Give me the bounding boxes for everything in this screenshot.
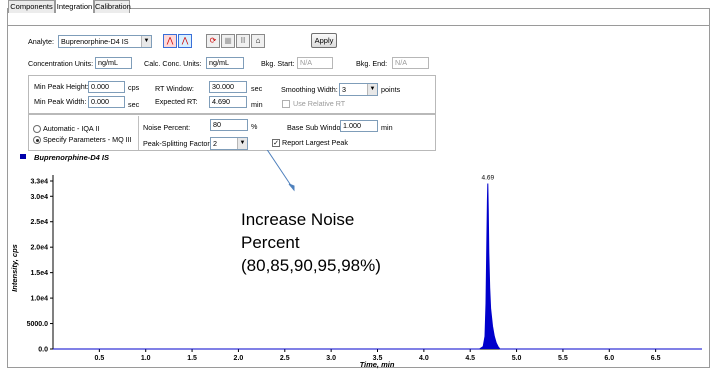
tab-calibration[interactable]: Calibration — [94, 0, 131, 13]
dropdown-arrow-icon: ▼ — [237, 138, 247, 149]
bkg-end-field[interactable]: N/A — [392, 57, 429, 69]
smoothing-width-select[interactable]: 3 ▼ — [339, 83, 378, 96]
tab-calibration-label: Calibration — [95, 2, 131, 11]
noise-percent-annotation: Increase Noise Percent (80,85,90,95,98%) — [241, 208, 381, 277]
x-tick-label: 2.0 — [234, 355, 244, 362]
min-peak-width-unit: sec — [128, 100, 140, 109]
expected-rt-label: Expected RT: — [155, 97, 198, 106]
annotation-line-3: (80,85,90,95,98%) — [241, 256, 381, 275]
expected-rt-field[interactable]: 4.690 — [209, 96, 247, 108]
tab-components-label: Components — [10, 2, 53, 11]
smoothing-width-unit: points — [381, 85, 401, 94]
analyte-label: Analyte: — [28, 37, 54, 46]
y-tick-label: 3.3e4 — [30, 179, 48, 186]
peak-label: 4.69 — [482, 175, 495, 182]
apply-button-label: Apply — [314, 36, 334, 45]
grid-icon[interactable]: ▦ — [221, 34, 235, 48]
x-tick-label: 4.0 — [419, 355, 429, 362]
specify-parameters-radio[interactable] — [33, 136, 41, 144]
report-largest-peak-checkbox[interactable]: ✓ — [272, 139, 280, 147]
tab-integration[interactable]: Integration — [55, 0, 94, 13]
tab-divider — [8, 25, 709, 26]
x-tick-label: 0.5 — [94, 355, 104, 362]
y-tick-label: 5000.0 — [27, 321, 49, 328]
min-peak-height-field[interactable]: 0.000 — [88, 81, 125, 93]
automatic-radio[interactable] — [33, 125, 41, 133]
noise-percent-unit: % — [251, 122, 258, 131]
specify-parameters-label: Specify Parameters - MQ III — [43, 135, 132, 144]
bkg-start-field[interactable]: N/A — [297, 57, 333, 69]
peak-splitting-label: Peak-Splitting Factor: — [143, 139, 212, 148]
rt-window-label: RT Window: — [155, 84, 194, 93]
x-tick-label: 6.0 — [604, 355, 614, 362]
x-tick-label: 5.5 — [558, 355, 568, 362]
callout-arrow-head — [288, 183, 295, 192]
y-tick-label: 1.5e4 — [30, 270, 48, 277]
lock-icon[interactable]: ⌂ — [251, 34, 265, 48]
x-ticks: 0.5 1.0 1.5 2.0 2.5 3.0 3.5 4.0 4.5 5.0 5.5 6.0 6.5 — [94, 349, 661, 362]
conc-units-field[interactable]: ng/mL — [95, 57, 132, 69]
x-tick-label: 5.0 — [512, 355, 522, 362]
peak-splitting-select[interactable]: 2 ▼ — [210, 137, 248, 150]
bkg-end-label: Bkg. End: — [356, 59, 388, 68]
callout-arrow-line — [266, 150, 295, 191]
dropdown-arrow-icon: ▼ — [367, 84, 377, 95]
peak-a-icon[interactable]: ⋀ — [163, 34, 177, 48]
apply-button[interactable]: Apply — [311, 33, 337, 48]
x-tick-label: 6.5 — [651, 355, 661, 362]
use-relative-rt-checkbox[interactable] — [282, 100, 290, 108]
smoothing-width-label: Smoothing Width: — [281, 85, 338, 94]
report-largest-peak-label: Report Largest Peak — [282, 138, 348, 147]
peak-splitting-value: 2 — [213, 139, 217, 148]
x-tick-label: 1.5 — [187, 355, 197, 362]
analyte-select[interactable]: Buprenorphine-D4 IS ▼ — [58, 35, 152, 48]
annotation-line-2: Percent — [241, 233, 300, 252]
use-relative-rt-label: Use Relative RT — [293, 99, 346, 108]
y-tick-label: 0.0 — [38, 347, 48, 354]
min-peak-height-label: Min Peak Height: — [34, 82, 89, 91]
x-tick-label: 2.5 — [280, 355, 290, 362]
dropdown-arrow-icon: ▼ — [141, 36, 151, 47]
conc-units-label: Concentration Units: — [28, 59, 94, 68]
expected-rt-unit: min — [251, 100, 263, 109]
bars-icon[interactable]: Ⅲ — [236, 34, 250, 48]
y-tick-label: 2.5e4 — [30, 219, 48, 226]
analyte-value: Buprenorphine-D4 IS — [61, 37, 129, 46]
rt-window-unit: sec — [251, 84, 263, 93]
base-sub-window-unit: min — [381, 123, 393, 132]
min-peak-width-label: Min Peak Width: — [34, 97, 87, 106]
legend-marker — [20, 154, 26, 159]
y-tick-label: 2.0e4 — [30, 245, 48, 252]
bkg-start-label: Bkg. Start: — [261, 59, 295, 68]
y-tick-label: 3.0e4 — [30, 194, 48, 201]
tab-integration-label: Integration — [56, 2, 93, 11]
smoothing-width-value: 3 — [342, 85, 346, 94]
annotation-line-1: Increase Noise — [241, 210, 355, 229]
noise-percent-field[interactable]: 80 — [210, 119, 248, 131]
x-tick-label: 1.0 — [141, 355, 151, 362]
calc-conc-units-label: Calc. Conc. Units: — [144, 59, 202, 68]
y-ticks: 0.0 5000.0 1.0e4 1.5e4 2.0e4 2.5e4 3.0e4 3.3e4 — [27, 179, 53, 354]
group-divider — [138, 116, 139, 150]
min-peak-width-field[interactable]: 0.000 — [88, 96, 125, 108]
noise-percent-label: Noise Percent: — [143, 123, 191, 132]
peak-b-icon[interactable]: ⋀ — [178, 34, 192, 48]
refresh-icon[interactable]: ⟳ — [206, 34, 220, 48]
rt-window-field[interactable]: 30.000 — [209, 81, 247, 93]
x-tick-label: 3.5 — [373, 355, 383, 362]
x-tick-label: 3.0 — [326, 355, 336, 362]
chart-title: Buprenorphine-D4 IS — [34, 153, 109, 162]
base-sub-window-label: Base Sub Window: — [287, 123, 348, 132]
min-peak-height-unit: cps — [128, 83, 140, 92]
automatic-label: Automatic - IQA II — [43, 124, 100, 133]
y-axis-title: Intensity, cps — [10, 244, 19, 292]
base-sub-window-field[interactable]: 1.000 — [340, 120, 378, 132]
tab-components[interactable]: Components — [8, 0, 55, 13]
calc-conc-units-field[interactable]: ng/mL — [206, 57, 244, 69]
x-tick-label: 4.5 — [465, 355, 475, 362]
y-tick-label: 1.0e4 — [30, 296, 48, 303]
